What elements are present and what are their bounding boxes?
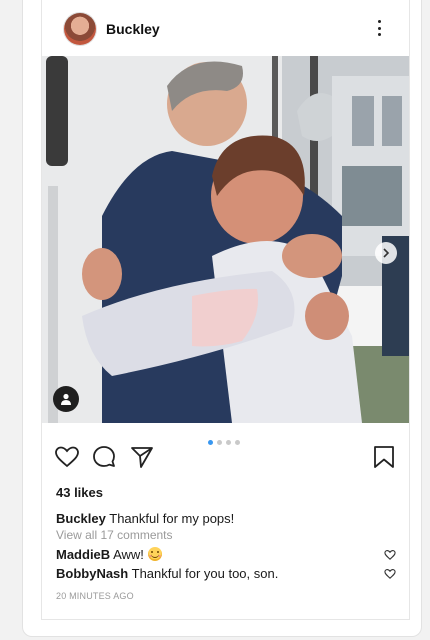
comment-item: BobbyNash Thankful for you too, son. xyxy=(56,566,396,581)
comment-heart-icon[interactable] xyxy=(384,568,396,580)
comment-text: Aww! xyxy=(113,547,148,562)
likes-count[interactable]: 43 likes xyxy=(56,485,103,500)
post-card: Buckley 43 likes Buckley Thankful for my… xyxy=(41,0,410,620)
comment-username[interactable]: MaddieB xyxy=(56,547,110,562)
view-all-comments-link[interactable]: View all 17 comments xyxy=(56,528,173,542)
bookmark-icon[interactable] xyxy=(371,444,397,470)
post-timestamp: 20 MINUTES AGO xyxy=(56,591,134,601)
more-options-icon[interactable] xyxy=(369,17,389,39)
post-photo[interactable] xyxy=(42,56,409,423)
caption-text: Thankful for my pops! xyxy=(109,511,235,526)
comment-username[interactable]: BobbyNash xyxy=(56,566,128,581)
caption-username[interactable]: Buckley xyxy=(56,511,106,526)
post-actions xyxy=(42,444,409,472)
comment-item: MaddieB Aww! xyxy=(56,547,396,562)
avatar[interactable] xyxy=(64,13,96,45)
user-tag-icon[interactable] xyxy=(53,386,79,412)
comment-bubble-icon[interactable] xyxy=(91,444,117,470)
comment-text: Thankful for you too, son. xyxy=(131,566,279,581)
smiling-face-icon xyxy=(147,547,162,561)
comment-heart-icon[interactable] xyxy=(384,549,396,561)
chevron-right-icon[interactable] xyxy=(375,242,397,264)
post-header: Buckley xyxy=(42,0,409,56)
post-username[interactable]: Buckley xyxy=(106,21,160,37)
send-icon[interactable] xyxy=(129,444,155,470)
post-caption: Buckley Thankful for my pops! xyxy=(56,511,234,526)
heart-icon[interactable] xyxy=(54,444,80,470)
